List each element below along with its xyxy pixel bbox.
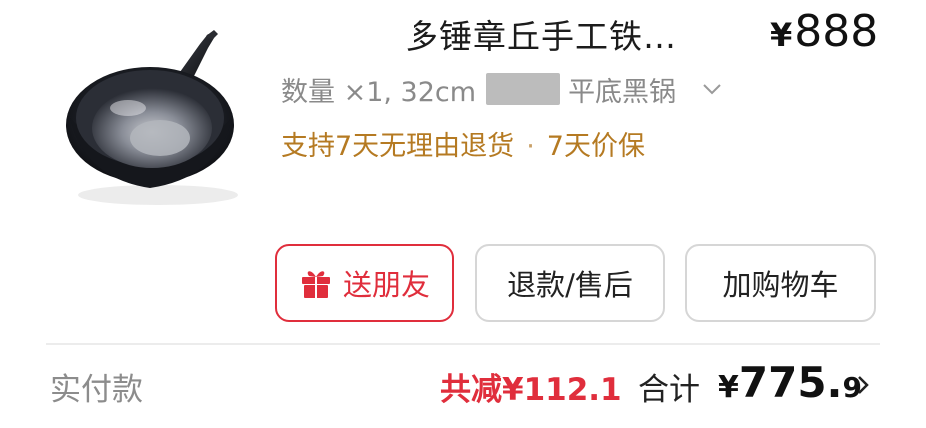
price-currency: ¥ [770, 16, 793, 54]
total-currency: ¥ [718, 370, 739, 405]
gift-button-label: 送朋友 [342, 268, 430, 302]
product-price: ¥888 [770, 6, 878, 57]
spec-suffix: 平底黑锅 [568, 76, 677, 108]
gift-icon [299, 266, 333, 300]
price-value: 888 [794, 6, 879, 57]
total-amount[interactable]: ¥775.9 [718, 358, 862, 407]
total-integer: 775. [738, 358, 843, 407]
service-price-protect: 7天价保 [546, 131, 645, 162]
spec-selector[interactable]: 数量 ×1, 32cm 平底黑锅 [281, 70, 722, 108]
service-guarantees: 支持7天无理由退货 · 7天价保 [281, 124, 645, 163]
add-to-cart-button[interactable]: 加购物车 [685, 244, 876, 322]
total-label: 合计 [638, 372, 700, 408]
spec-prefix: 数量 ×1, 32cm [281, 76, 477, 108]
product-title[interactable]: 多锤章丘手工铁… [405, 10, 677, 58]
wok-image [66, 30, 238, 205]
product-image[interactable] [48, 0, 268, 215]
service-separator: · [526, 131, 535, 162]
total-discount[interactable]: 共减¥112.1 [440, 364, 622, 409]
divider [46, 343, 880, 345]
title-mask [384, 16, 414, 46]
gift-button[interactable]: 送朋友 [275, 244, 454, 322]
chevron-down-icon[interactable] [702, 83, 722, 95]
service-return: 支持7天无理由退货 [281, 131, 515, 162]
spec-redaction [486, 73, 561, 105]
paid-amount-label: 实付款 [50, 372, 143, 408]
refund-aftersales-button[interactable]: 退款/售后 [475, 244, 665, 322]
chevron-right-icon[interactable] [856, 374, 870, 400]
